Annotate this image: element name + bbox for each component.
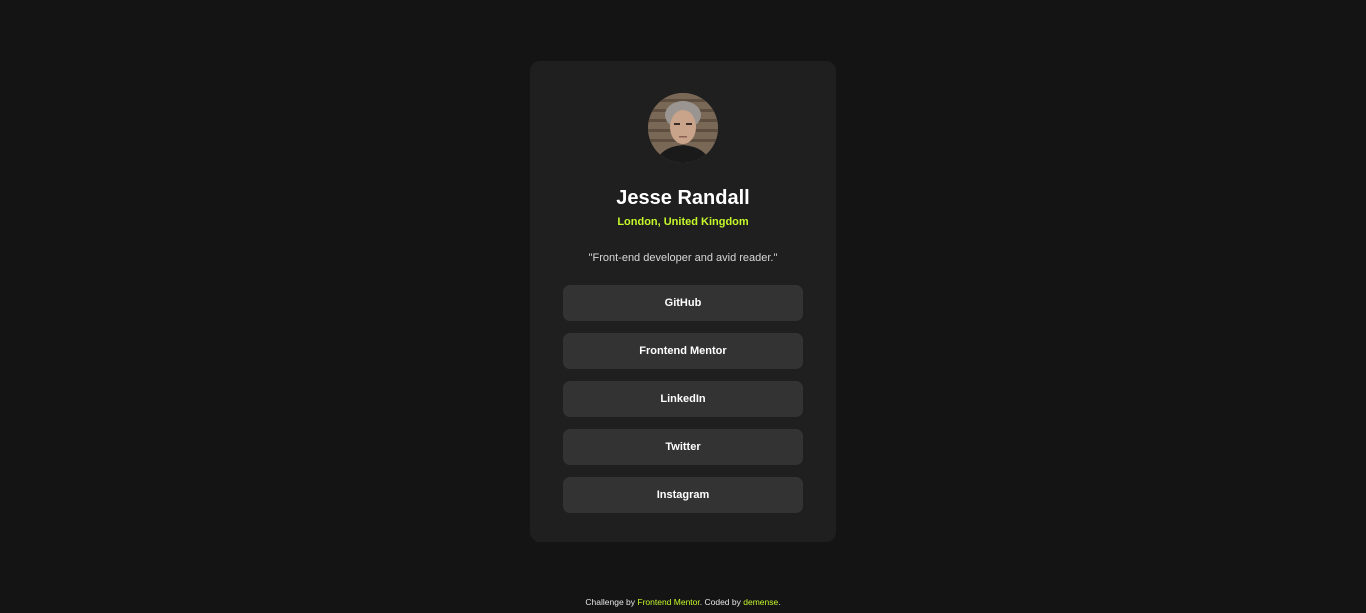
link-instagram-button[interactable]: Instagram (563, 477, 803, 513)
footer-middle: . Coded by (699, 597, 744, 607)
profile-bio: "Front-end developer and avid reader." (588, 252, 778, 264)
profile-name: Jesse Randall (616, 187, 750, 209)
avatar (648, 93, 718, 163)
author-link[interactable]: demense (743, 597, 778, 607)
profile-location: London, United Kingdom (617, 216, 749, 228)
footer-prefix: Challenge by (585, 597, 638, 607)
frontend-mentor-link[interactable]: Frontend Mentor (637, 597, 699, 607)
link-frontend-mentor-button[interactable]: Frontend Mentor (563, 333, 803, 369)
profile-card: Jesse Randall London, United Kingdom "Fr… (530, 61, 836, 542)
link-twitter-button[interactable]: Twitter (563, 429, 803, 465)
avatar-photo (648, 93, 718, 163)
social-links: GitHub Frontend Mentor LinkedIn Twitter … (563, 285, 803, 525)
link-linkedin-button[interactable]: LinkedIn (563, 381, 803, 417)
attribution-footer: Challenge by Frontend Mentor. Coded by d… (0, 596, 1366, 608)
footer-suffix: . (778, 597, 781, 607)
link-github-button[interactable]: GitHub (563, 285, 803, 321)
